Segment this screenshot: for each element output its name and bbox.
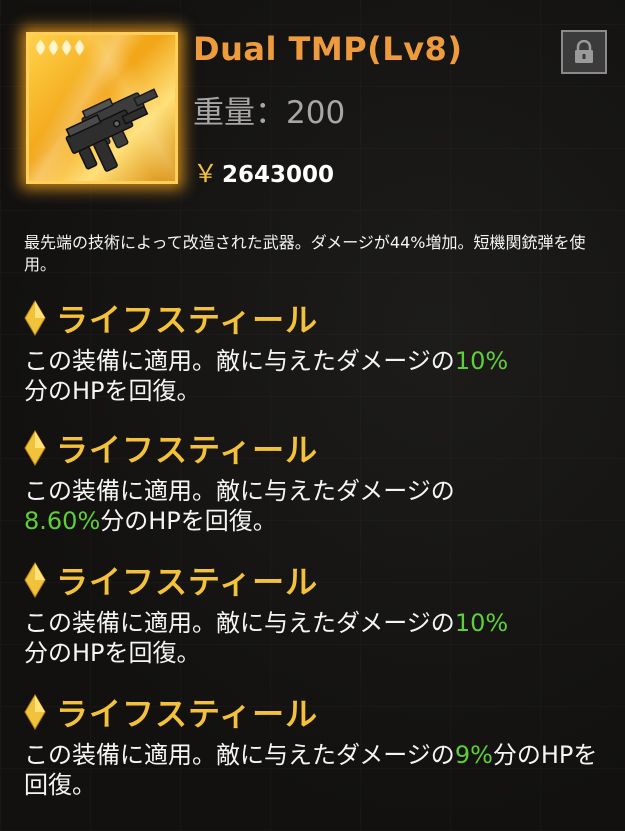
skill-value: 10% (454, 347, 509, 375)
skill-header: ライフスティール (24, 692, 604, 733)
skill-diamond-icon (24, 430, 46, 466)
skill-header: ライフスティール (24, 298, 604, 339)
rarity-diamond-icon (48, 39, 59, 56)
skill-text-after: 分のHPを回復。 (24, 639, 201, 667)
rarity-diamond-icon (35, 39, 46, 56)
smg-icon (65, 88, 159, 172)
lock-icon (575, 40, 593, 63)
skill-value: 8.60% (24, 507, 101, 535)
skill-text-after: 分のHPを回復。 (24, 377, 201, 405)
weapon-thumbnail[interactable] (26, 32, 178, 184)
skill-entry: ライフスティール この装備に適用。敵に与えたダメージの9%分のHPを回復。 (24, 692, 604, 800)
skill-header: ライフスティール (24, 428, 604, 469)
item-title: Dual TMP(Lv8) (193, 30, 463, 68)
skill-entry: ライフスティール この装備に適用。敵に与えたダメージの10% 分のHPを回復。 (24, 560, 604, 668)
rarity-diamond-icon (74, 39, 85, 56)
skill-description: この装備に適用。敵に与えたダメージの10% 分のHPを回復。 (24, 608, 604, 668)
item-detail-panel: Dual TMP(Lv8) 重量：200 ￥ 2643000 最先端の技術によっ… (0, 0, 625, 831)
yen-icon: ￥ (193, 159, 219, 188)
skill-diamond-icon (24, 562, 46, 598)
skill-text-before: この装備に適用。敵に与えたダメージの (24, 741, 455, 769)
skill-diamond-icon (24, 694, 46, 730)
skill-name: ライフスティール (56, 431, 319, 469)
skill-description: この装備に適用。敵に与えたダメージの9%分のHPを回復。 (24, 740, 604, 800)
item-price: ￥ 2643000 (193, 154, 334, 190)
skill-value: 9% (454, 741, 493, 769)
lock-button[interactable] (561, 30, 607, 74)
price-value: 2643000 (222, 162, 335, 188)
skill-diamond-icon (24, 300, 46, 336)
skill-text-before: この装備に適用。敵に与えたダメージの (24, 609, 455, 637)
skill-description: この装備に適用。敵に与えたダメージの10% 分のHPを回復。 (24, 346, 604, 406)
skill-name: ライフスティール (56, 563, 319, 601)
skill-text-before: この装備に適用。敵に与えたダメージの (24, 477, 455, 505)
item-weight: 重量：200 (193, 95, 346, 131)
skill-entry: ライフスティール この装備に適用。敵に与えたダメージの 8.60%分のHPを回復。 (24, 428, 604, 536)
skill-description: この装備に適用。敵に与えたダメージの 8.60%分のHPを回復。 (24, 476, 604, 536)
skill-entry: ライフスティール この装備に適用。敵に与えたダメージの10% 分のHPを回復。 (24, 298, 604, 406)
rarity-stars (35, 39, 85, 56)
skill-header: ライフスティール (24, 560, 604, 601)
skill-text-before: この装備に適用。敵に与えたダメージの (24, 347, 455, 375)
skill-name: ライフスティール (56, 695, 319, 733)
rarity-diamond-icon (61, 39, 72, 56)
skill-name: ライフスティール (56, 301, 319, 339)
skill-text-after: 分のHPを回復。 (100, 507, 277, 535)
skill-value: 10% (454, 609, 509, 637)
item-description: 最先端の技術によって改造された武器。ダメージが44%増加。短機関銃弾を使用。 (24, 233, 586, 274)
